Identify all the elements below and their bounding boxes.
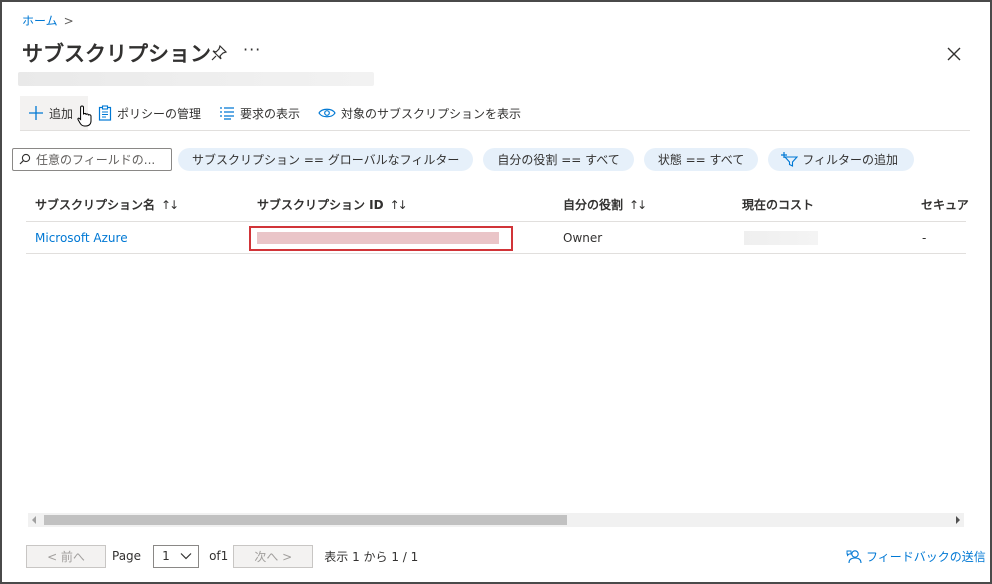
page-count: of1 — [209, 549, 229, 563]
manage-policy-button[interactable]: ポリシーの管理 — [90, 96, 209, 130]
search-input[interactable]: 任意のフィールドの... — [12, 147, 172, 171]
breadcrumb-separator: > — [63, 13, 74, 28]
page-select[interactable]: 1 — [153, 544, 200, 568]
secure-score-cell: - — [922, 231, 927, 245]
sort-icon: ↑↓ — [161, 197, 179, 212]
eye-icon — [318, 108, 336, 118]
close-icon[interactable] — [944, 44, 964, 64]
toolbar-divider — [20, 130, 970, 131]
feedback-icon — [846, 549, 862, 563]
command-bar: 追加 ポリシーの管理 要求の表示 対象のサブスクリプションを表示 — [20, 96, 970, 130]
filter-pill-status[interactable]: 状態 == すべて — [643, 147, 759, 171]
page-select-value: 1 — [162, 549, 170, 563]
column-label: 現在のコスト — [742, 198, 815, 212]
list-icon — [220, 107, 235, 120]
add-filter-label: フィルターの追加 — [802, 152, 898, 167]
filter-pill-subscription[interactable]: サブスクリプション == グローバルなフィルター — [178, 147, 474, 171]
breadcrumb: ホーム > — [22, 12, 74, 29]
chevron-down-icon — [180, 553, 192, 560]
column-header-my-role[interactable]: 自分の役割 ↑↓ — [563, 196, 647, 213]
view-requests-button[interactable]: 要求の表示 — [211, 96, 308, 130]
pin-icon[interactable] — [210, 44, 228, 62]
subscription-name-link[interactable]: Microsoft Azure — [35, 231, 128, 245]
send-feedback-link[interactable]: フィードバックの送信 — [846, 548, 986, 565]
column-header-current-cost[interactable]: 現在のコスト — [742, 196, 814, 213]
window-frame — [0, 0, 992, 584]
scroll-left-icon[interactable] — [32, 516, 36, 524]
feedback-label: フィードバックの送信 — [866, 550, 986, 564]
scrollbar-thumb[interactable] — [44, 515, 567, 525]
add-filter-button[interactable]: フィルターの追加 — [768, 147, 914, 171]
hand-cursor-icon — [77, 105, 92, 127]
scroll-right-icon[interactable] — [956, 516, 960, 524]
show-eligible-subscriptions-button[interactable]: 対象のサブスクリプションを表示 — [310, 96, 529, 130]
column-label: サブスクリプション ID — [257, 198, 384, 212]
column-header-secure-score[interactable]: セキュア — [921, 196, 969, 213]
search-placeholder: 任意のフィールドの... — [36, 152, 156, 167]
column-label: 自分の役割 — [563, 198, 624, 212]
breadcrumb-home-link[interactable]: ホーム — [22, 12, 58, 29]
add-filter-icon — [781, 152, 799, 167]
view-requests-label: 要求の表示 — [240, 106, 301, 121]
column-header-subscription-name[interactable]: サブスクリプション名 ↑↓ — [35, 196, 179, 213]
role-cell: Owner — [563, 231, 603, 245]
add-label: 追加 — [49, 106, 74, 121]
column-label: サブスクリプション名 — [35, 198, 156, 212]
add-button[interactable]: 追加 — [20, 96, 92, 130]
horizontal-scrollbar[interactable] — [28, 513, 964, 527]
table-header-row: サブスクリプション名 ↑↓ サブスクリプション ID ↑↓ 自分の役割 ↑↓ 現… — [26, 186, 969, 222]
sort-icon: ↑↓ — [629, 197, 647, 212]
page-summary: 表示 1 から 1 / 1 — [324, 549, 419, 564]
search-icon — [19, 153, 31, 165]
next-page-button[interactable]: 次へ > — [233, 544, 314, 568]
subtitle-redacted — [18, 72, 374, 86]
subscription-id-highlight — [249, 226, 513, 251]
manage-policy-label: ポリシーの管理 — [117, 106, 202, 121]
pagination: < 前へ Page 1 of1 次へ > 表示 1 から 1 / 1 — [26, 544, 418, 568]
plus-icon — [29, 106, 43, 120]
show-eligible-label: 対象のサブスクリプションを表示 — [341, 106, 522, 121]
column-header-subscription-id[interactable]: サブスクリプション ID ↑↓ — [257, 196, 408, 213]
previous-page-button[interactable]: < 前へ — [26, 544, 106, 568]
page-title: サブスクリプション — [22, 42, 211, 66]
filter-pill-role[interactable]: 自分の役割 == すべて — [483, 147, 634, 171]
more-options-button[interactable]: ··· — [243, 40, 261, 59]
clipboard-icon — [98, 105, 112, 121]
cost-redacted — [744, 231, 818, 245]
page-label: Page — [112, 549, 142, 563]
filter-bar: 任意のフィールドの... サブスクリプション == グローバルなフィルター 自分… — [12, 147, 914, 171]
sort-icon: ↑↓ — [389, 197, 408, 212]
column-label: セキュア — [921, 198, 969, 212]
table-row: Microsoft Azure Owner - — [26, 222, 966, 254]
